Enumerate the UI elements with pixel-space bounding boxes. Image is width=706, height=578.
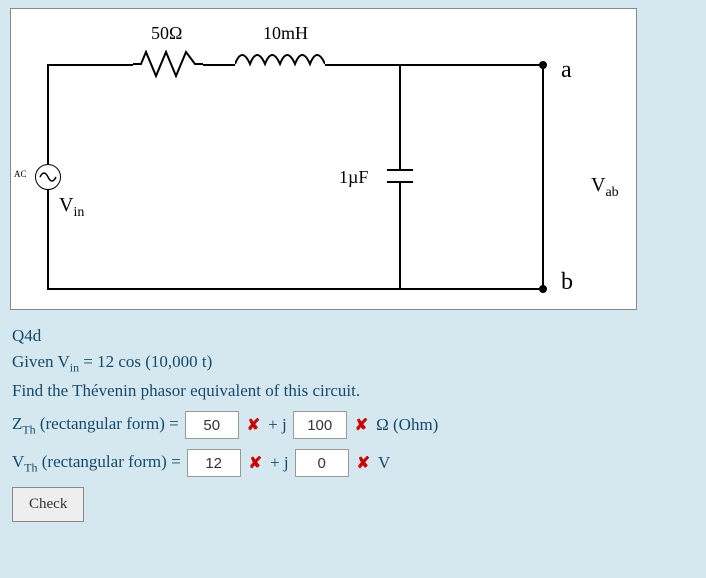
ac-source — [35, 164, 61, 190]
vin-label: Vin — [59, 194, 84, 221]
given: Given Vin = 12 cos (10,000 t) — [12, 352, 694, 375]
v-imag-input[interactable] — [295, 449, 349, 477]
plus-j: + j — [268, 415, 287, 435]
plus-j: + j — [270, 453, 289, 473]
resistor — [133, 49, 203, 79]
resistor-label: 50Ω — [151, 23, 182, 44]
wrong-icon: ✘ — [357, 453, 370, 473]
node-a-label: a — [561, 57, 572, 84]
v-unit: V — [378, 453, 390, 473]
task: Find the Thévenin phasor equivalent of t… — [12, 381, 694, 401]
v-th-row: VTh (rectangular form) = ✘ + j ✘ V — [12, 449, 694, 477]
question-id: Q4d — [12, 326, 694, 346]
wrong-icon: ✘ — [249, 453, 262, 473]
z-unit: Ω (Ohm) — [376, 415, 438, 435]
wrong-icon: ✘ — [355, 415, 368, 435]
z-imag-input[interactable] — [293, 411, 347, 439]
capacitor-label: 1µF — [339, 167, 368, 188]
vab-label: Vab — [591, 174, 619, 201]
node-b-dot — [539, 285, 547, 293]
wrong-icon: ✘ — [247, 415, 260, 435]
z-th-row: ZTh (rectangular form) = ✘ + j ✘ Ω (Ohm) — [12, 411, 694, 439]
node-a-dot — [539, 61, 547, 69]
inductor-label: 10mH — [263, 23, 308, 44]
check-button[interactable]: Check — [12, 487, 84, 522]
circuit-diagram: AC 50Ω 10mH 1µF Vin a b Vab — [10, 8, 637, 310]
node-b-label: b — [561, 269, 573, 296]
inductor — [235, 52, 325, 76]
v-th-label: VTh (rectangular form) = — [12, 452, 181, 475]
ac-label: AC — [14, 169, 27, 179]
z-th-label: ZTh (rectangular form) = — [12, 414, 179, 437]
z-real-input[interactable] — [185, 411, 239, 439]
v-real-input[interactable] — [187, 449, 241, 477]
